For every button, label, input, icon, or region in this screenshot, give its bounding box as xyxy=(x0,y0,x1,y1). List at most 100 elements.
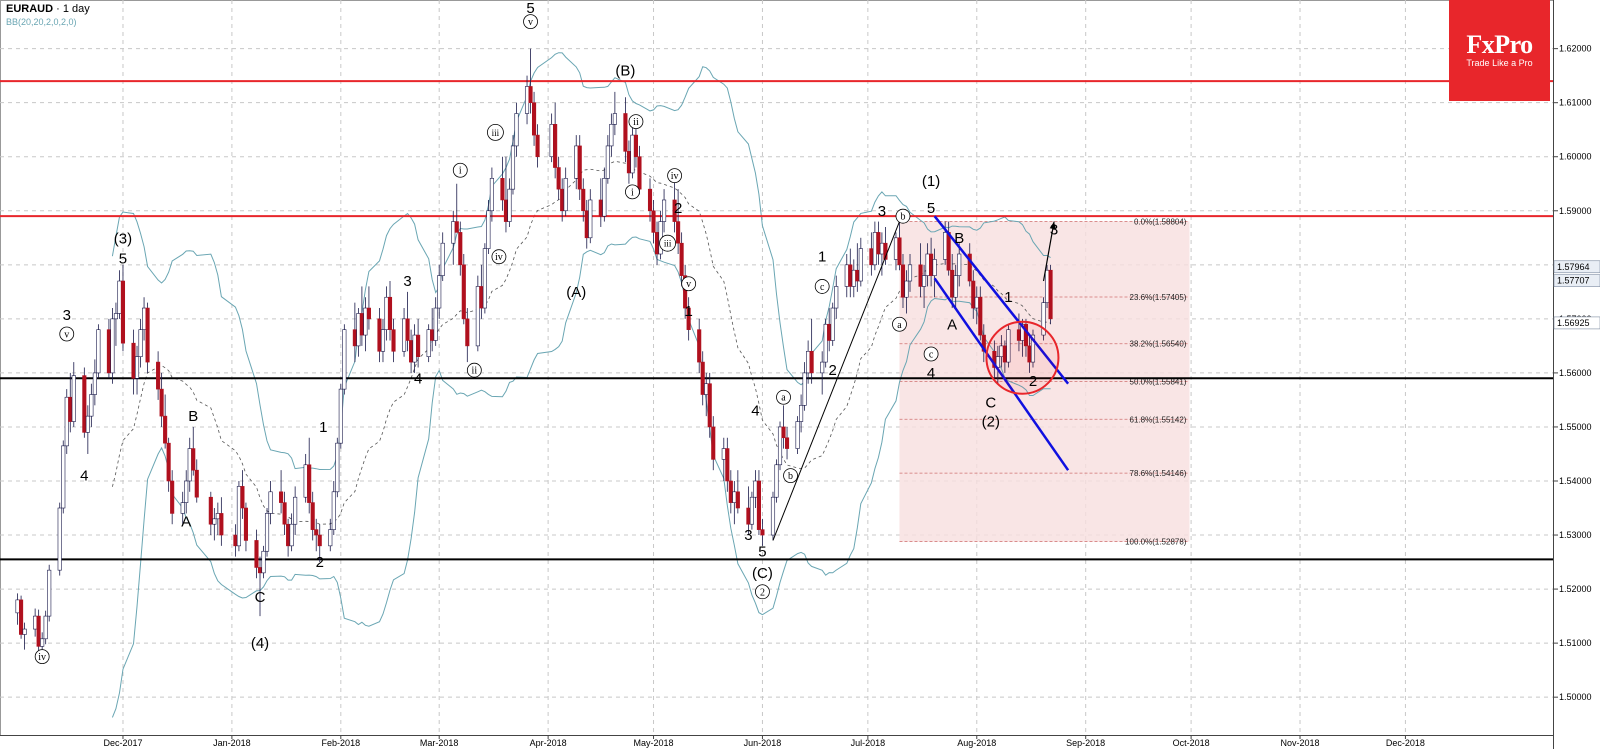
candle xyxy=(581,178,586,222)
candle-body xyxy=(707,383,712,428)
candle xyxy=(166,437,171,492)
wave-label: iii xyxy=(487,124,504,141)
candle-body xyxy=(156,361,161,390)
candle-body xyxy=(598,199,603,217)
wave-label: v xyxy=(59,326,75,342)
candle xyxy=(809,318,814,384)
candle-body xyxy=(36,615,41,647)
candle-body xyxy=(134,356,140,379)
candle xyxy=(749,491,754,530)
candle-body xyxy=(85,415,90,433)
candle-body xyxy=(1044,269,1050,303)
candle-body xyxy=(823,323,828,363)
candle xyxy=(426,324,431,363)
candle-body xyxy=(721,448,726,460)
candle xyxy=(338,383,343,449)
candle xyxy=(71,362,76,427)
candle-body xyxy=(170,480,175,514)
y-tick-label: 1.59000 xyxy=(1559,206,1592,216)
candle xyxy=(630,124,635,179)
candle xyxy=(503,156,509,233)
candle xyxy=(43,610,48,645)
candle-body xyxy=(563,178,568,212)
candle-body xyxy=(904,280,909,298)
wave-label-text: 1 xyxy=(1004,289,1012,306)
candle xyxy=(363,297,368,352)
candle xyxy=(89,383,94,427)
candle xyxy=(233,524,238,557)
candle-body xyxy=(33,615,38,630)
candle-body xyxy=(184,480,189,503)
candle-body xyxy=(869,248,874,266)
candle-body xyxy=(735,491,740,509)
wave-label-text: 5 xyxy=(119,250,127,267)
candle-body xyxy=(879,242,884,255)
candle-body xyxy=(240,486,245,509)
wave-label-text: b xyxy=(900,212,905,223)
candle xyxy=(268,480,273,525)
candle xyxy=(437,264,442,319)
candle xyxy=(707,372,712,438)
candle-body xyxy=(461,264,466,320)
candle xyxy=(563,167,568,217)
candle-body xyxy=(637,156,642,190)
candle xyxy=(588,189,593,244)
x-tick-label: Nov-2018 xyxy=(1281,738,1320,748)
candle xyxy=(64,389,69,454)
candle-body xyxy=(581,188,586,212)
candle-body xyxy=(932,259,937,276)
candle xyxy=(465,308,470,363)
wave-label: 3 xyxy=(744,527,752,544)
wave-label: 3 xyxy=(63,307,71,324)
candle xyxy=(219,497,224,546)
candle xyxy=(725,437,730,492)
candle xyxy=(117,270,122,319)
candle xyxy=(609,113,614,157)
candle xyxy=(131,329,136,395)
wave-label: ii xyxy=(628,114,644,129)
candle-body xyxy=(746,507,751,525)
wave-label-text: (2) xyxy=(982,414,1000,431)
wave-label: 2 xyxy=(674,200,682,217)
candle-body xyxy=(626,151,631,174)
x-tick-label: Sep-2018 xyxy=(1066,738,1105,748)
price-chart: 1.620001.610001.600001.590001.580001.570… xyxy=(0,0,1600,749)
candle xyxy=(138,318,143,368)
price-label-text: 1.56925 xyxy=(1557,318,1590,328)
fib-level-label: 23.6%(1.57405) xyxy=(1130,293,1187,302)
candle xyxy=(626,140,631,184)
wave-label-text: b xyxy=(788,471,793,482)
candle xyxy=(823,318,828,368)
wave-label-text: iv xyxy=(671,171,679,182)
candle-body xyxy=(426,329,431,357)
wave-label-text: 4 xyxy=(751,403,759,420)
candle xyxy=(113,302,118,346)
candle xyxy=(489,167,494,222)
candle xyxy=(770,491,776,541)
candle-body xyxy=(380,329,386,352)
candle-body xyxy=(676,221,681,244)
candle-body xyxy=(872,232,877,266)
candle xyxy=(293,486,298,536)
candle xyxy=(440,232,445,282)
y-tick-label: 1.52000 xyxy=(1559,584,1592,594)
wave-label-text: 2 xyxy=(316,554,324,571)
price-label: 1.57964 xyxy=(1553,260,1600,274)
candle-body xyxy=(900,264,906,298)
candle-body xyxy=(830,307,835,341)
wave-label: i xyxy=(625,184,640,200)
wave-label: (4) xyxy=(251,635,269,652)
wave-label-text: i xyxy=(459,166,462,177)
candle-body xyxy=(929,253,934,276)
wave-label-text: ii xyxy=(633,117,639,128)
candle xyxy=(391,318,396,363)
x-tick-label: Aug-2018 xyxy=(957,738,996,748)
candle-body xyxy=(68,396,73,422)
wave-label-text: iii xyxy=(664,239,672,249)
y-tick-label: 1.50000 xyxy=(1559,692,1592,702)
candle xyxy=(451,210,456,265)
candle xyxy=(781,405,786,449)
candle xyxy=(163,394,168,449)
candle-body xyxy=(834,286,839,309)
candle xyxy=(820,351,825,395)
